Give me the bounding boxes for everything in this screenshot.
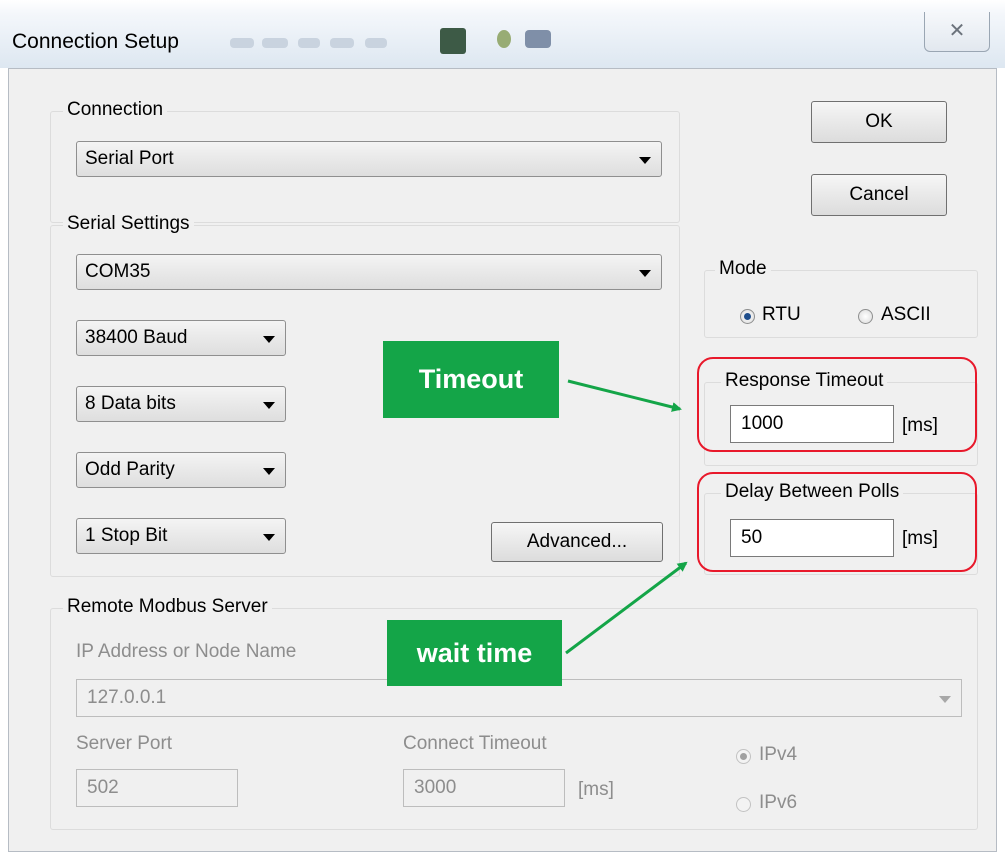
wait-time-arrow <box>565 561 688 655</box>
annotation-arrows <box>565 379 688 655</box>
timeout-arrow <box>567 379 682 412</box>
